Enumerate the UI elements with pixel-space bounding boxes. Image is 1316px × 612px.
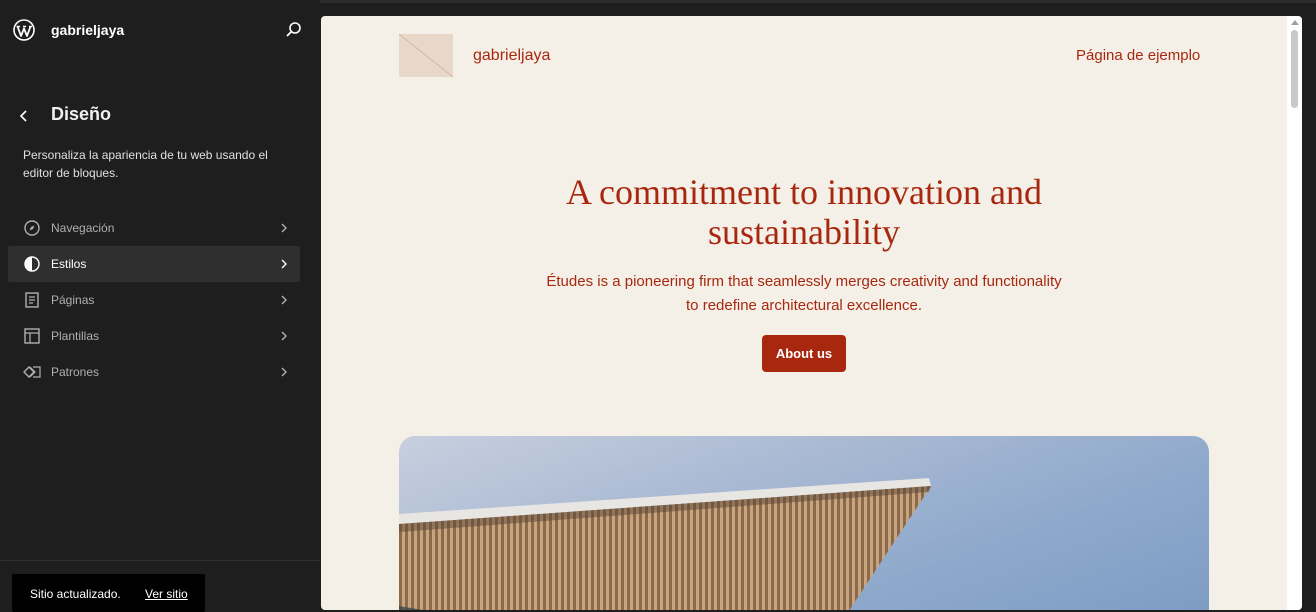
snackbar-notice: Sitio actualizado. Ver sitio <box>12 574 205 612</box>
preview-scrollbar[interactable] <box>1287 16 1302 610</box>
back-arrow-icon[interactable] <box>12 104 36 128</box>
hero-subtitle: Études is a pioneering firm that seamles… <box>546 273 1062 314</box>
site-preview-frame[interactable]: gabrieljaya Página de ejemplo A commitme… <box>321 16 1302 610</box>
sidebar-divider <box>0 560 320 561</box>
styles-icon <box>24 256 40 272</box>
site-editor-sidebar: gabrieljaya Diseño Personaliza la aparie… <box>0 0 320 612</box>
sidebar-item-navigation[interactable]: Navegación <box>8 210 300 246</box>
chevron-right-icon <box>281 259 287 269</box>
sidebar-header: gabrieljaya <box>0 10 320 50</box>
navigation-icon <box>24 220 40 236</box>
sidebar-item-pages[interactable]: Páginas <box>8 282 300 318</box>
sidebar-item-label: Plantillas <box>51 329 100 343</box>
chevron-right-icon <box>281 295 287 305</box>
site-logo-placeholder[interactable] <box>399 34 453 77</box>
wordpress-logo-icon[interactable] <box>13 19 35 41</box>
site-name[interactable]: gabrieljaya <box>51 22 124 38</box>
pages-icon <box>25 292 39 308</box>
patterns-icon <box>23 366 41 378</box>
sidebar-item-label: Navegación <box>51 221 115 235</box>
snackbar-message: Sitio actualizado. <box>30 587 121 601</box>
sidebar-item-label: Estilos <box>51 257 87 271</box>
scroll-up-arrow-icon[interactable] <box>1291 20 1299 25</box>
templates-icon <box>24 328 40 344</box>
sidebar-navigation: Navegación Estilos Páginas Plantillas Pa… <box>8 210 300 390</box>
building-canopy-image <box>399 478 931 610</box>
sidebar-description: Personaliza la apariencia de tu web usan… <box>23 148 268 180</box>
sidebar-item-styles[interactable]: Estilos <box>8 246 300 282</box>
chevron-right-icon <box>281 331 287 341</box>
sidebar-item-patterns[interactable]: Patrones <box>8 354 300 390</box>
sidebar-item-label: Páginas <box>51 293 95 307</box>
sidebar-title-row: Diseño <box>0 96 320 132</box>
scrollbar-thumb[interactable] <box>1291 30 1298 108</box>
preview-site-title[interactable]: gabrieljaya <box>473 47 550 65</box>
sidebar-item-label: Patrones <box>51 365 100 379</box>
search-icon[interactable] <box>283 19 305 41</box>
chevron-right-icon <box>281 223 287 233</box>
logo-placeholder-icon <box>399 34 453 77</box>
hero-architecture-image <box>399 436 1209 610</box>
sidebar-title: Diseño <box>51 104 112 124</box>
preview-nav-link[interactable]: Página de ejemplo <box>1076 47 1200 64</box>
about-us-button[interactable]: About us <box>762 335 846 372</box>
hero-heading: A commitment to innovation and sustainab… <box>566 172 1042 252</box>
view-site-link[interactable]: Ver sitio <box>145 587 188 601</box>
chevron-right-icon <box>281 367 287 377</box>
sidebar-item-templates[interactable]: Plantillas <box>8 318 300 354</box>
